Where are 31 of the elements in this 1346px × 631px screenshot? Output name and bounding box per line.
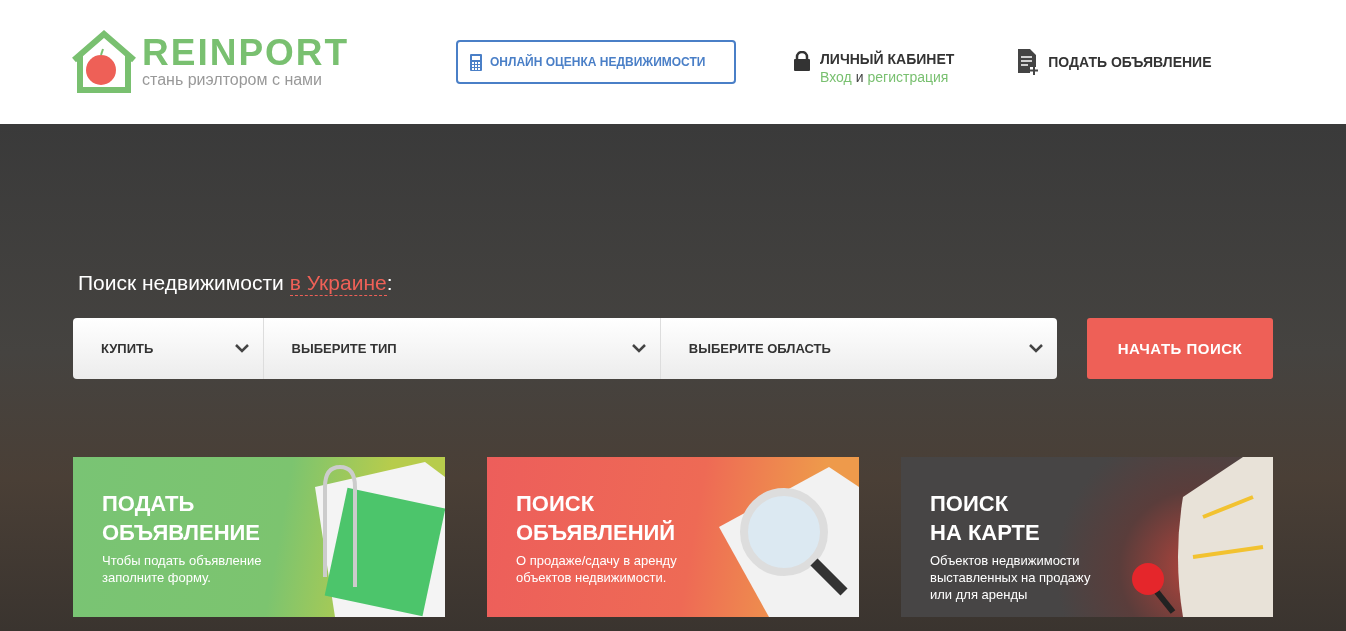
card-title: ПОДАТЬ ОБЪЯВЛЕНИЕ [102,490,262,547]
card-description: Объектов недвижимости выставленных на продажу или для аренды [930,552,1092,603]
search-heading: Поиск недвижимости [78,271,284,296]
region-link[interactable]: в Украине [289,271,387,296]
chevron-down-icon [1029,344,1043,353]
colon-text: : [386,271,393,296]
register-link[interactable]: регистрация [867,69,949,85]
card-title: ПОИСК ОБЪЯВЛЕНИЙ [516,490,677,547]
feature-card[interactable]: ПОИСК ОБЪЯВЛЕНИЙ О продаже/сдачу в аренду объектов недвижимости. [487,457,859,617]
post-ad-link[interactable]: ПОДАТЬ ОБЪЯВЛЕНИЕ [1018,49,1212,75]
filter-dropdown[interactable]: ВЫБЕРИТЕ ТИП [262,318,660,379]
card-description: О продаже/сдачу в аренду объектов недвижимости. [516,552,678,586]
account-link[interactable]: ЛИЧНЫЙ КАБИНЕТ [820,51,955,67]
and-text: и [855,69,864,85]
document-plus-icon [1018,49,1039,75]
login-link[interactable]: Вход [820,69,852,85]
feature-card[interactable]: ПОИСК НА КАРТЕ Объектов недвижимости выставленных на продажу или для аренды [901,457,1273,617]
filter-dropdown[interactable]: ВЫБЕРИТЕ ОБЛАСТЬ [659,318,1057,379]
search-button[interactable]: НАЧАТЬ ПОИСК [1087,318,1273,379]
filter-dropdown[interactable]: КУПИТЬ [73,318,263,379]
chevron-down-icon [631,344,646,353]
chevron-down-icon [234,344,249,353]
logo-text: REINPORT [142,35,350,71]
valuation-button[interactable]: ОНЛАЙН ОЦЕНКА НЕДВИЖИМОСТИ [456,40,736,84]
card-description: Чтобы подать объявление заполните форму. [102,552,263,586]
feature-card[interactable]: ПОДАТЬ ОБЪЯВЛЕНИЕ Чтобы подать объявление заполните форму. [73,457,445,617]
logo-tagline: стань риэлтором с нами [142,71,324,89]
house-apple-logo-icon [70,30,138,94]
calculator-icon [470,53,482,71]
card-title: ПОИСК НА КАРТЕ [930,490,1041,547]
padlock-icon [794,51,810,71]
